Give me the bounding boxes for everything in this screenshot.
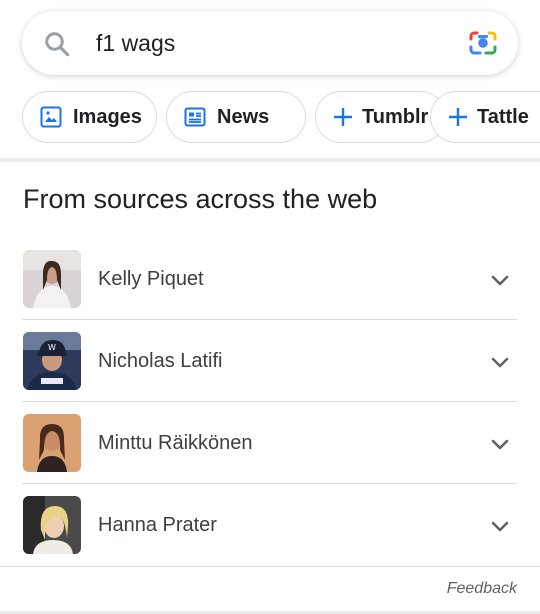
chip-label: News xyxy=(217,105,270,128)
list-item[interactable]: Minttu Räikkönen xyxy=(22,414,517,496)
image-icon xyxy=(40,106,62,128)
filter-chips: Images News Tumblr Tattle xyxy=(22,91,540,145)
news-icon xyxy=(184,107,206,127)
result-name: Nicholas Latifi xyxy=(98,350,223,372)
section-title: From sources across the web xyxy=(23,184,378,214)
result-name: Minttu Räikkönen xyxy=(98,432,253,454)
person-thumbnail xyxy=(23,414,81,472)
plus-icon xyxy=(334,108,352,126)
chip-tumblr[interactable]: Tumblr xyxy=(315,91,446,143)
search-input[interactable]: f1 wags xyxy=(96,30,175,57)
person-thumbnail xyxy=(23,496,81,554)
person-thumbnail: W xyxy=(23,332,81,390)
result-name: Kelly Piquet xyxy=(98,268,204,290)
feedback-link[interactable]: Feedback xyxy=(447,580,517,598)
svg-text:W: W xyxy=(48,343,56,352)
chip-label: Tattle xyxy=(477,105,529,128)
section-divider xyxy=(0,158,540,162)
chevron-down-icon[interactable] xyxy=(489,269,511,291)
chip-images[interactable]: Images xyxy=(22,91,157,143)
row-divider xyxy=(22,319,517,320)
row-divider xyxy=(22,483,517,484)
plus-icon xyxy=(449,108,467,126)
footer-divider xyxy=(0,566,540,567)
chevron-down-icon[interactable] xyxy=(489,433,511,455)
chip-tattle[interactable]: Tattle xyxy=(430,91,540,143)
list-item[interactable]: Kelly Piquet xyxy=(22,250,517,332)
chevron-down-icon[interactable] xyxy=(489,515,511,537)
search-bar[interactable]: f1 wags xyxy=(22,11,518,75)
chevron-down-icon[interactable] xyxy=(489,351,511,373)
chip-news[interactable]: News xyxy=(166,91,306,143)
list-item[interactable]: W Nicholas Latifi xyxy=(22,332,517,414)
row-divider xyxy=(22,401,517,402)
person-thumbnail xyxy=(23,250,81,308)
google-lens-icon[interactable] xyxy=(468,28,498,58)
result-name: Hanna Prater xyxy=(98,514,217,536)
search-icon xyxy=(45,32,70,57)
chip-label: Images xyxy=(73,105,142,128)
chip-label: Tumblr xyxy=(362,105,429,128)
